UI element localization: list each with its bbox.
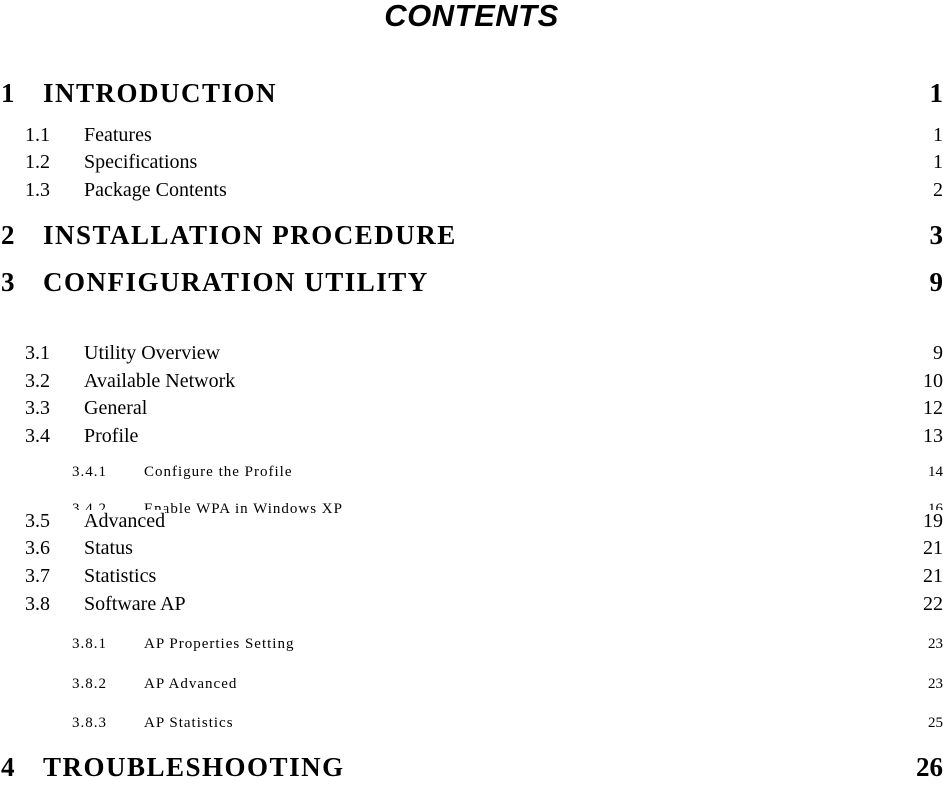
toc-entry-chapter[interactable]: 2 INSTALLATION PROCEDURE 3 (0, 220, 943, 254)
page-title: CONTENTS (0, 0, 943, 32)
toc-entry-subsection[interactable]: 3.4.1 Configure the Profile 14 (0, 464, 943, 484)
toc-entry-number: 1.2 (0, 151, 84, 174)
toc-entry-number: 1 (0, 78, 43, 109)
toc-entry-section[interactable]: 3.3 General 12 (0, 397, 943, 421)
toc-entry-label: Advanced (84, 510, 165, 533)
toc-entry-subsection[interactable]: 3.8.3 AP Statistics 25 (0, 715, 943, 735)
toc-entry-label: AP Statistics (144, 715, 234, 732)
toc-entry-section[interactable]: 1.2 Specifications 1 (0, 151, 943, 175)
toc-entry-page: 26 (916, 752, 943, 783)
toc-entry-number: 3.8.2 (0, 676, 144, 693)
toc-entry-label: Available Network (84, 370, 235, 393)
toc-entry-page: 14 (928, 464, 943, 481)
toc-entry-number: 1.3 (0, 179, 84, 202)
toc-entry-section[interactable]: 3.4 Profile 13 (0, 425, 943, 449)
toc-entry-label: Configure the Profile (144, 464, 292, 481)
toc-entry-label: Status (84, 537, 133, 560)
toc-entry-number: 3.3 (0, 397, 84, 420)
toc-entry-number: 3.8.1 (0, 636, 144, 653)
toc-entry-page: 12 (923, 397, 943, 420)
toc-entry-section[interactable]: 3.6 Status 21 (0, 537, 943, 561)
toc-entry-label: CONFIGURATION UTILITY (43, 267, 429, 298)
toc-entry-page: 2 (933, 179, 943, 202)
toc-entry-page: 22 (923, 593, 943, 616)
toc-entry-label: Software AP (84, 593, 186, 616)
toc-entry-section[interactable]: 3.5 Advanced 19 (0, 510, 943, 534)
toc-entry-number: 3.6 (0, 537, 84, 560)
toc-entry-label: Profile (84, 425, 138, 448)
toc-entry-page: 9 (933, 342, 943, 365)
toc-entry-page: 10 (923, 370, 943, 393)
toc-entry-label: Specifications (84, 151, 197, 174)
toc-entry-page: 23 (928, 676, 943, 693)
toc-entry-page: 19 (923, 510, 943, 533)
toc-entry-number: 3.8.3 (0, 715, 144, 732)
toc-entry-label: TROUBLESHOOTING (43, 752, 345, 783)
toc-entry-section[interactable]: 1.3 Package Contents 2 (0, 179, 943, 203)
toc-entry-number: 3.1 (0, 342, 84, 365)
toc-entry-number: 3.4.1 (0, 464, 144, 481)
toc-entry-page: 1 (933, 151, 943, 174)
toc-entry-section[interactable]: 3.7 Statistics 21 (0, 565, 943, 589)
toc-entry-section[interactable]: 3.8 Software AP 22 (0, 593, 943, 617)
toc-entry-page: 13 (923, 425, 943, 448)
toc-entry-page: 23 (928, 636, 943, 653)
toc-entry-number: 1.1 (0, 124, 84, 147)
toc-entry-label: Statistics (84, 565, 156, 588)
toc-entry-label: General (84, 397, 147, 420)
toc-entry-number: 3.7 (0, 565, 84, 588)
toc-entry-section[interactable]: 3.2 Available Network 10 (0, 370, 943, 394)
toc-entry-page: 25 (928, 715, 943, 732)
toc-entry-label: Utility Overview (84, 342, 220, 365)
toc-entry-number: 3.8 (0, 593, 84, 616)
toc-entry-label: INTRODUCTION (43, 78, 277, 109)
toc-entry-page: 1 (933, 124, 943, 147)
toc-entry-subsection[interactable]: 3.8.2 AP Advanced 23 (0, 676, 943, 696)
toc-entry-number: 4 (0, 752, 43, 783)
toc-entry-label: Package Contents (84, 179, 227, 202)
toc-entry-label: Features (84, 124, 152, 147)
toc-entry-page: 3 (930, 220, 943, 251)
toc-entry-section[interactable]: 3.1 Utility Overview 9 (0, 342, 943, 366)
toc-entry-number: 3.2 (0, 370, 84, 393)
toc-entry-number: 3.5 (0, 510, 84, 533)
toc-entry-chapter[interactable]: 3 CONFIGURATION UTILITY 9 (0, 267, 943, 301)
toc-entry-page: 1 (930, 78, 943, 109)
toc-entry-number: 2 (0, 220, 43, 251)
toc-entry-label: AP Advanced (144, 676, 237, 693)
toc-entry-chapter[interactable]: 4 TROUBLESHOOTING 26 (0, 752, 943, 786)
toc-entry-number: 3.4 (0, 425, 84, 448)
toc-entry-page: 9 (930, 267, 943, 298)
toc-entry-subsection[interactable]: 3.8.1 AP Properties Setting 23 (0, 636, 943, 656)
toc-entry-section[interactable]: 1.1 Features 1 (0, 124, 943, 148)
toc-entry-page: 21 (923, 565, 943, 588)
toc-entry-chapter[interactable]: 1 INTRODUCTION 1 (0, 78, 943, 112)
toc-entry-label: AP Properties Setting (144, 636, 294, 653)
toc-entry-number: 3 (0, 267, 43, 298)
toc-entry-page: 21 (923, 537, 943, 560)
toc-entry-label: Enable WPA in Windows XP (144, 501, 343, 518)
toc-entry-label: INSTALLATION PROCEDURE (43, 220, 457, 251)
